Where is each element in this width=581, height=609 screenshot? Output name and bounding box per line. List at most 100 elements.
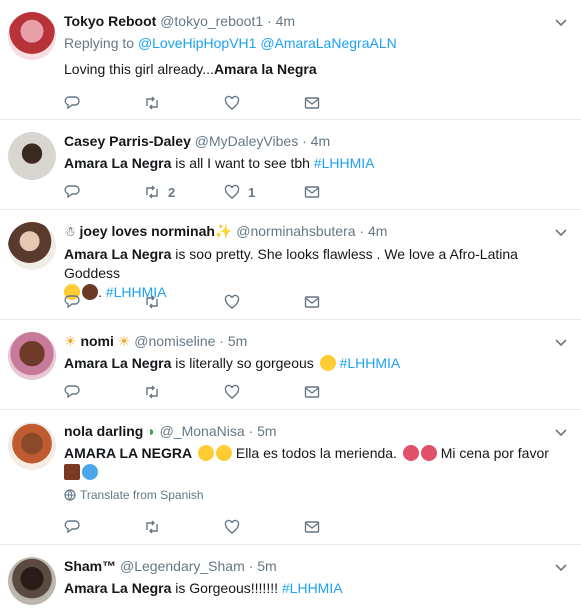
chevron-down-icon[interactable]	[555, 16, 567, 28]
retweet-button[interactable]: 2	[144, 184, 224, 200]
avatar[interactable]	[8, 332, 56, 380]
reply-icon	[64, 185, 80, 199]
separator: ·	[248, 558, 254, 574]
heart-eyes-emoji-icon	[319, 355, 336, 371]
mention-link[interactable]: @LoveHipHopVH1	[138, 35, 257, 51]
tweet-text-plain: is Gorgeous!!!!!!!	[171, 580, 282, 596]
hashtag-link[interactable]: #LHHMIA	[340, 355, 401, 371]
separator: ·	[219, 333, 224, 349]
tweet-header: ☀ nomi ☀ @nomiseline · 5m	[64, 332, 551, 350]
chevron-down-icon[interactable]	[555, 561, 567, 573]
avatar[interactable]	[8, 132, 56, 180]
retweet-button[interactable]	[144, 519, 224, 535]
translate-link[interactable]: Translate from Spanish	[64, 488, 551, 502]
watermelon-icon: ◗	[147, 423, 156, 439]
timestamp[interactable]: 4m	[311, 133, 330, 149]
dm-button[interactable]	[304, 184, 384, 200]
tweet-actions	[64, 95, 384, 111]
reply-icon	[64, 520, 80, 534]
reply-icon	[64, 385, 80, 399]
tweet-text: Loving this girl already...Amara la Negr…	[64, 60, 551, 79]
dm-button[interactable]	[304, 519, 384, 535]
reply-button[interactable]	[64, 519, 144, 535]
user-handle[interactable]: @MyDaleyVibes	[195, 133, 298, 149]
reply-button[interactable]	[64, 384, 144, 400]
chevron-down-icon[interactable]	[555, 336, 567, 348]
tweet-header: Sham™ @Legendary_Sham · 5m	[64, 557, 551, 575]
timestamp[interactable]: 5m	[257, 423, 276, 439]
tweet[interactable]: nola darling ◗ @_MonaNisa · 5m AMARA LA …	[0, 409, 581, 544]
reply-button[interactable]	[64, 95, 144, 111]
timestamp[interactable]: 5m	[257, 558, 276, 574]
separator: ·	[302, 133, 307, 149]
droplets-emoji-icon	[82, 464, 98, 480]
tweet[interactable]: ☀ nomi ☀ @nomiseline · 5m Amara La Negra…	[0, 319, 581, 409]
tweet-text-plain: is literally so gorgeous	[171, 355, 318, 371]
reply-icon	[64, 96, 80, 110]
tweet[interactable]: ☃ joey loves norminah✨ @norminahsbutera …	[0, 209, 581, 319]
tweet-text-bold: Amara La Negra	[64, 355, 172, 371]
display-name[interactable]: joey loves norminah	[80, 223, 215, 239]
reply-button[interactable]	[64, 184, 144, 200]
sun-icon: ☀	[117, 333, 131, 349]
like-button[interactable]	[224, 95, 304, 111]
retweet-button[interactable]	[144, 95, 224, 111]
chevron-down-icon[interactable]	[555, 226, 567, 238]
tweet-text-plain: Loving this girl already...	[64, 61, 214, 77]
tweet-header: ☃ joey loves norminah✨ @norminahsbutera …	[64, 222, 551, 241]
dm-button[interactable]	[304, 95, 384, 111]
retweet-icon	[146, 520, 158, 534]
user-handle[interactable]: @tokyo_reboot1	[160, 13, 263, 29]
tweet-header: nola darling ◗ @_MonaNisa · 5m	[64, 422, 551, 440]
timestamp[interactable]: 5m	[228, 333, 247, 349]
mention-link[interactable]: @AmaraLaNegraALN	[260, 35, 396, 51]
separator: ·	[267, 13, 272, 29]
retweet-icon	[146, 295, 158, 309]
chevron-down-icon[interactable]	[555, 426, 567, 438]
tongue-emoji-icon	[420, 445, 437, 461]
timestamp[interactable]: 4m	[368, 223, 387, 239]
separator: ·	[359, 223, 365, 239]
dm-button[interactable]	[304, 294, 384, 310]
tweet[interactable]: Tokyo Reboot @tokyo_reboot1 · 4m Replyin…	[0, 0, 581, 119]
tweet-text-plain: Mi cena por favor	[436, 445, 549, 461]
sun-icon: ☀	[64, 333, 77, 349]
user-handle[interactable]: @Legendary_Sham	[120, 558, 245, 574]
user-handle[interactable]: @_MonaNisa	[160, 423, 245, 439]
display-name[interactable]: nola darling	[64, 423, 143, 439]
avatar[interactable]	[8, 12, 56, 60]
heart-eyes-emoji-icon	[197, 445, 214, 461]
timestamp[interactable]: 4m	[276, 13, 295, 29]
tweet[interactable]: Casey Parris-Daley @MyDaleyVibes · 4m Am…	[0, 119, 581, 209]
sparkle-icon: ✨	[214, 223, 233, 239]
envelope-icon	[304, 186, 320, 198]
display-name[interactable]: Sham™	[64, 558, 116, 574]
like-button[interactable]	[224, 294, 304, 310]
heart-eyes-emoji-icon	[215, 445, 232, 461]
avatar[interactable]	[8, 422, 56, 470]
tweet-feed: Tokyo Reboot @tokyo_reboot1 · 4m Replyin…	[0, 0, 581, 609]
dm-button[interactable]	[304, 384, 384, 400]
like-button[interactable]	[224, 519, 304, 535]
tweet-text-plain: is all I want to see tbh	[171, 155, 314, 171]
avatar[interactable]	[8, 222, 56, 270]
retweet-icon	[146, 185, 158, 199]
display-name[interactable]: Casey Parris-Daley	[64, 133, 191, 149]
user-handle[interactable]: @norminahsbutera	[236, 223, 355, 239]
chocolate-emoji-icon	[64, 464, 80, 480]
retweet-button[interactable]	[144, 294, 224, 310]
display-name[interactable]: nomi	[80, 333, 113, 349]
retweet-icon	[146, 96, 158, 110]
display-name[interactable]: Tokyo Reboot	[64, 13, 156, 29]
hashtag-link[interactable]: #LHHMIA	[282, 580, 343, 596]
tweet[interactable]: Sham™ @Legendary_Sham · 5m Amara La Negr…	[0, 544, 581, 609]
hashtag-link[interactable]: #LHHMIA	[314, 155, 375, 171]
avatar[interactable]	[8, 557, 56, 605]
like-button[interactable]: 1	[224, 184, 304, 200]
globe-icon	[64, 489, 76, 501]
reply-button[interactable]	[64, 294, 144, 310]
user-handle[interactable]: @nomiseline	[134, 333, 215, 349]
like-button[interactable]	[224, 384, 304, 400]
translate-label: Translate from Spanish	[80, 488, 204, 502]
retweet-button[interactable]	[144, 384, 224, 400]
